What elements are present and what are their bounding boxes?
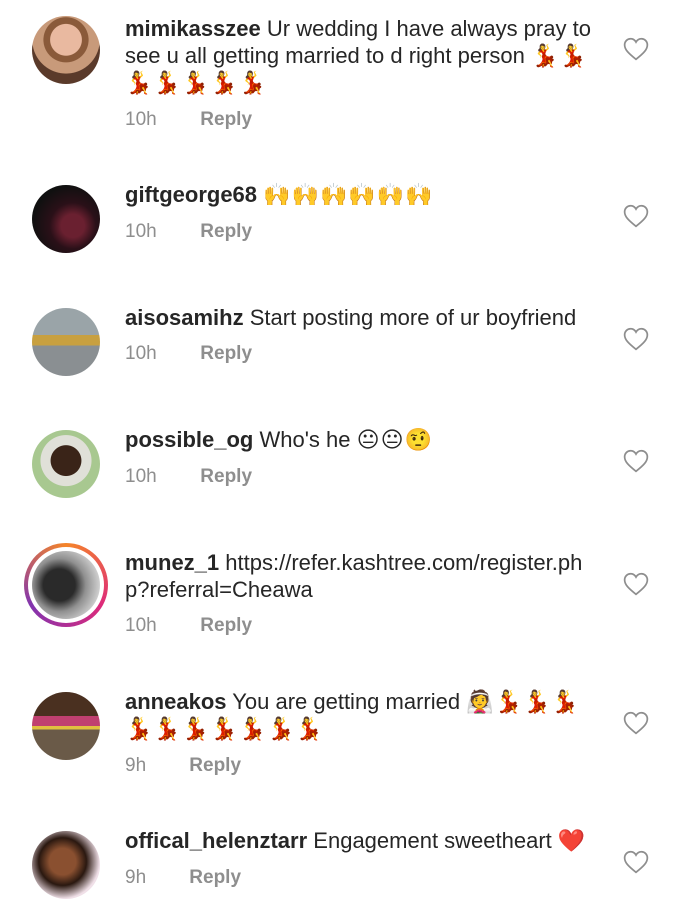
comment-timestamp: 10h — [125, 343, 157, 364]
comment-username[interactable]: possible_og — [125, 427, 253, 452]
heart-outline-icon[interactable] — [623, 204, 649, 228]
comment-timestamp: 9h — [125, 867, 147, 888]
avatar — [32, 551, 100, 619]
reply-button[interactable]: Reply — [200, 221, 252, 242]
reply-button[interactable]: Reply — [200, 109, 252, 130]
comment-text: Who's he — [259, 427, 351, 452]
heart-outline-icon[interactable] — [623, 37, 649, 61]
comment-text: Engagement sweetheart — [313, 828, 552, 853]
comment-emoji: 🙌🙌🙌🙌🙌🙌 — [263, 182, 434, 207]
comment-username[interactable]: giftgeorge68 — [125, 182, 257, 207]
heart-outline-icon[interactable] — [623, 449, 649, 473]
avatar[interactable] — [32, 16, 100, 84]
story-ring-avatar[interactable] — [24, 543, 108, 627]
comment-username[interactable]: mimikasszee — [125, 16, 261, 41]
comment-timestamp: 9h — [125, 755, 147, 776]
reply-button[interactable]: Reply — [189, 867, 241, 888]
comment-username[interactable]: anneakos — [125, 689, 227, 714]
avatar[interactable] — [32, 831, 100, 899]
comment-username[interactable]: munez_1 — [125, 550, 219, 575]
comment-emoji: 😐😐🤨 — [356, 427, 433, 452]
reply-button[interactable]: Reply — [189, 755, 241, 776]
heart-outline-icon[interactable] — [623, 850, 649, 874]
reply-button[interactable]: Reply — [200, 343, 252, 364]
comment-username[interactable]: aisosamihz — [125, 305, 244, 330]
comment-timestamp: 10h — [125, 615, 157, 636]
comment-text: Start posting more of ur boyfriend — [249, 305, 577, 330]
heart-outline-icon[interactable] — [623, 711, 649, 735]
avatar[interactable] — [32, 692, 100, 760]
comment-timestamp: 10h — [125, 109, 157, 130]
avatar[interactable] — [32, 308, 100, 376]
comment-text: You are getting married — [232, 689, 461, 714]
reply-button[interactable]: Reply — [200, 466, 252, 487]
comment-username[interactable]: offical_helenztarr — [125, 828, 307, 853]
comment-timestamp: 10h — [125, 466, 157, 487]
comment-timestamp: 10h — [125, 221, 157, 242]
comment-emoji: ❤️ — [557, 828, 587, 853]
heart-outline-icon[interactable] — [623, 572, 649, 596]
avatar[interactable] — [32, 430, 100, 498]
avatar[interactable] — [32, 185, 100, 253]
heart-outline-icon[interactable] — [623, 327, 649, 351]
reply-button[interactable]: Reply — [200, 615, 252, 636]
